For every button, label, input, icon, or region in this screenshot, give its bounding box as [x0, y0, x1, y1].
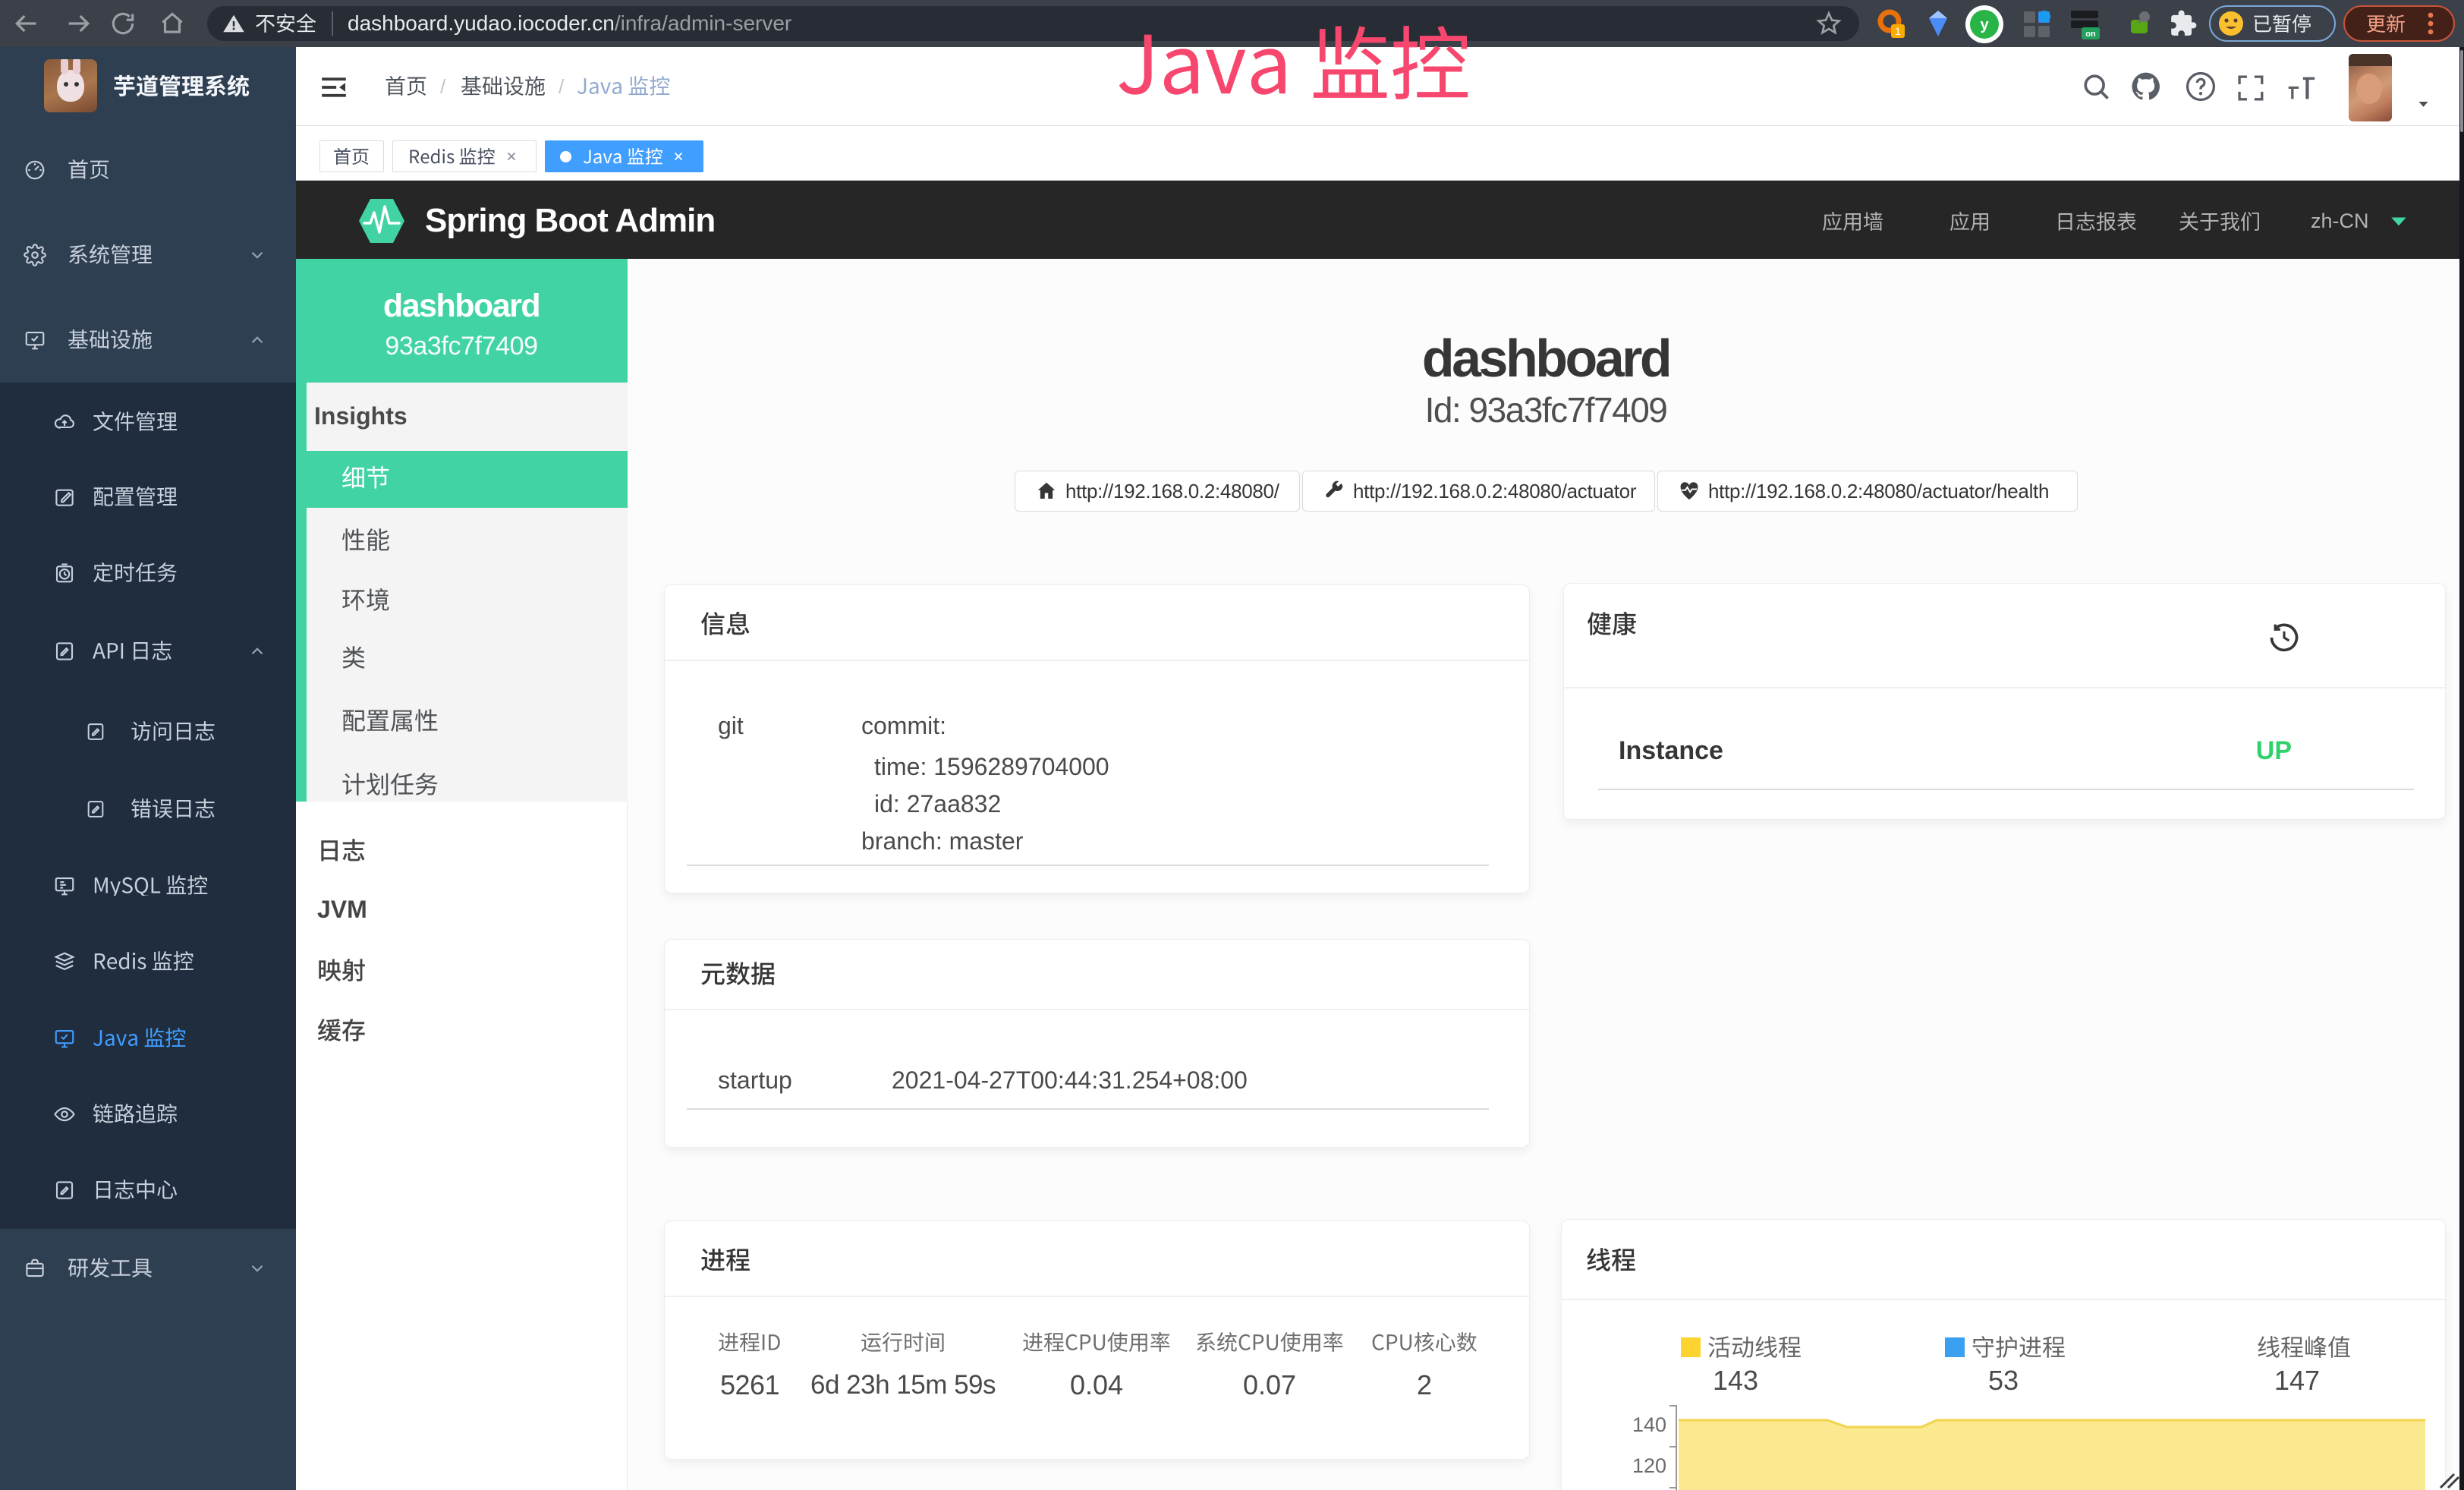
svg-text:on: on [2085, 30, 2096, 39]
svg-text:1: 1 [1895, 25, 1901, 37]
svg-text:y: y [1980, 17, 1989, 33]
